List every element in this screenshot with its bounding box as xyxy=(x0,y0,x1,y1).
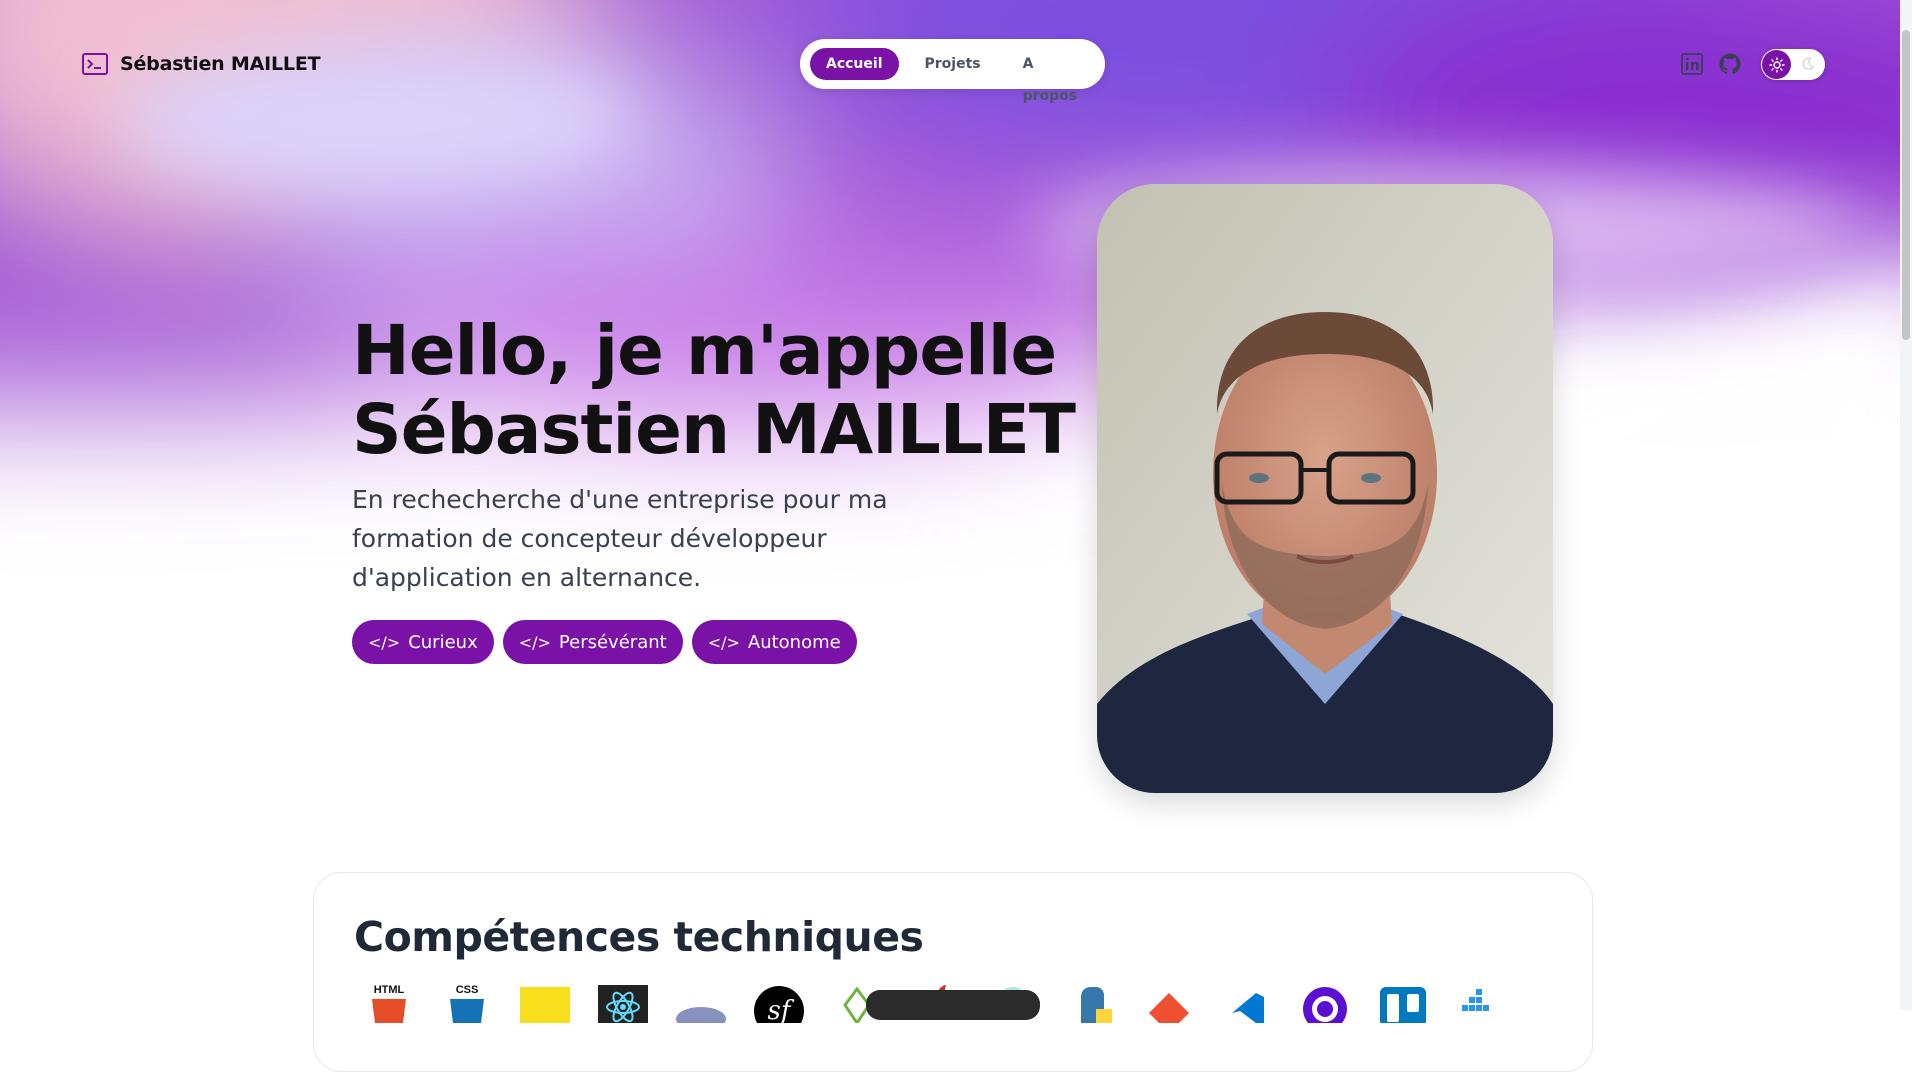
page-scrollbar[interactable] xyxy=(1900,0,1912,1010)
postman-icon xyxy=(1300,983,1350,1023)
svg-text:CSS: CSS xyxy=(456,984,479,996)
floating-toolbar[interactable] xyxy=(866,990,1040,1020)
html-icon: HTML xyxy=(364,983,414,1023)
hero-subtitle: En rechecherche d'une entreprise pour ma… xyxy=(352,485,888,592)
svg-text:HTML: HTML xyxy=(374,984,405,996)
scrollbar-thumb[interactable] xyxy=(1902,30,1910,340)
trello-icon xyxy=(1378,983,1428,1023)
code-icon: </> xyxy=(707,632,740,652)
code-icon: </> xyxy=(518,632,551,652)
theme-toggle[interactable] xyxy=(1761,49,1825,80)
hero-title-line-2: Sébastien MAILLET xyxy=(352,390,1076,470)
tag-label: Autonome xyxy=(747,631,841,653)
page: Sébastien MAILLET Accueil Projets A prop… xyxy=(0,0,1912,1072)
main-navigation: Accueil Projets A propos xyxy=(800,39,1105,104)
brand-name: Sébastien MAILLET xyxy=(120,53,321,75)
nav-item-projets[interactable]: Projets xyxy=(909,48,997,80)
hero-title: Hello, je m'appelle Sébastien MAILLET xyxy=(352,312,1112,470)
linkedin-icon xyxy=(1681,53,1703,75)
brand-link[interactable]: Sébastien MAILLET xyxy=(82,50,321,78)
hero-title-line-1: Hello, je m'appelle xyxy=(352,311,1057,391)
trait-tags: </> Curieux </> Persévérant </> Autonome xyxy=(352,620,857,664)
css-icon: CSS xyxy=(442,983,492,1023)
toggle-knob xyxy=(1762,50,1791,79)
react-icon xyxy=(598,983,648,1023)
git-icon xyxy=(1144,983,1194,1023)
php-icon xyxy=(676,983,726,1023)
nav-item-accueil[interactable]: Accueil xyxy=(810,48,899,80)
code-icon: </> xyxy=(368,632,401,652)
portrait-photo xyxy=(1097,184,1553,793)
terminal-icon xyxy=(82,53,108,75)
skills-card: Compétences techniques HTML CSS sf xyxy=(313,872,1593,1072)
skills-title: Compétences techniques xyxy=(354,913,924,961)
python-icon xyxy=(1066,983,1116,1023)
vscode-icon xyxy=(1222,983,1272,1023)
tag-autonome[interactable]: </> Autonome xyxy=(691,620,857,664)
javascript-icon xyxy=(520,983,570,1023)
github-link[interactable] xyxy=(1717,51,1743,77)
sun-icon xyxy=(1768,56,1785,73)
tag-label: Curieux xyxy=(408,631,478,653)
docker-icon xyxy=(1456,983,1506,1023)
github-icon xyxy=(1719,53,1741,74)
nav-item-a-propos[interactable]: A propos xyxy=(1007,48,1095,104)
symfony-icon: sf xyxy=(754,983,804,1023)
linkedin-link[interactable] xyxy=(1679,51,1705,77)
tag-label: Persévérant xyxy=(558,631,667,653)
tag-perseverant[interactable]: </> Persévérant xyxy=(502,620,683,664)
moon-icon xyxy=(1802,57,1815,70)
tag-curieux[interactable]: </> Curieux xyxy=(352,620,494,664)
